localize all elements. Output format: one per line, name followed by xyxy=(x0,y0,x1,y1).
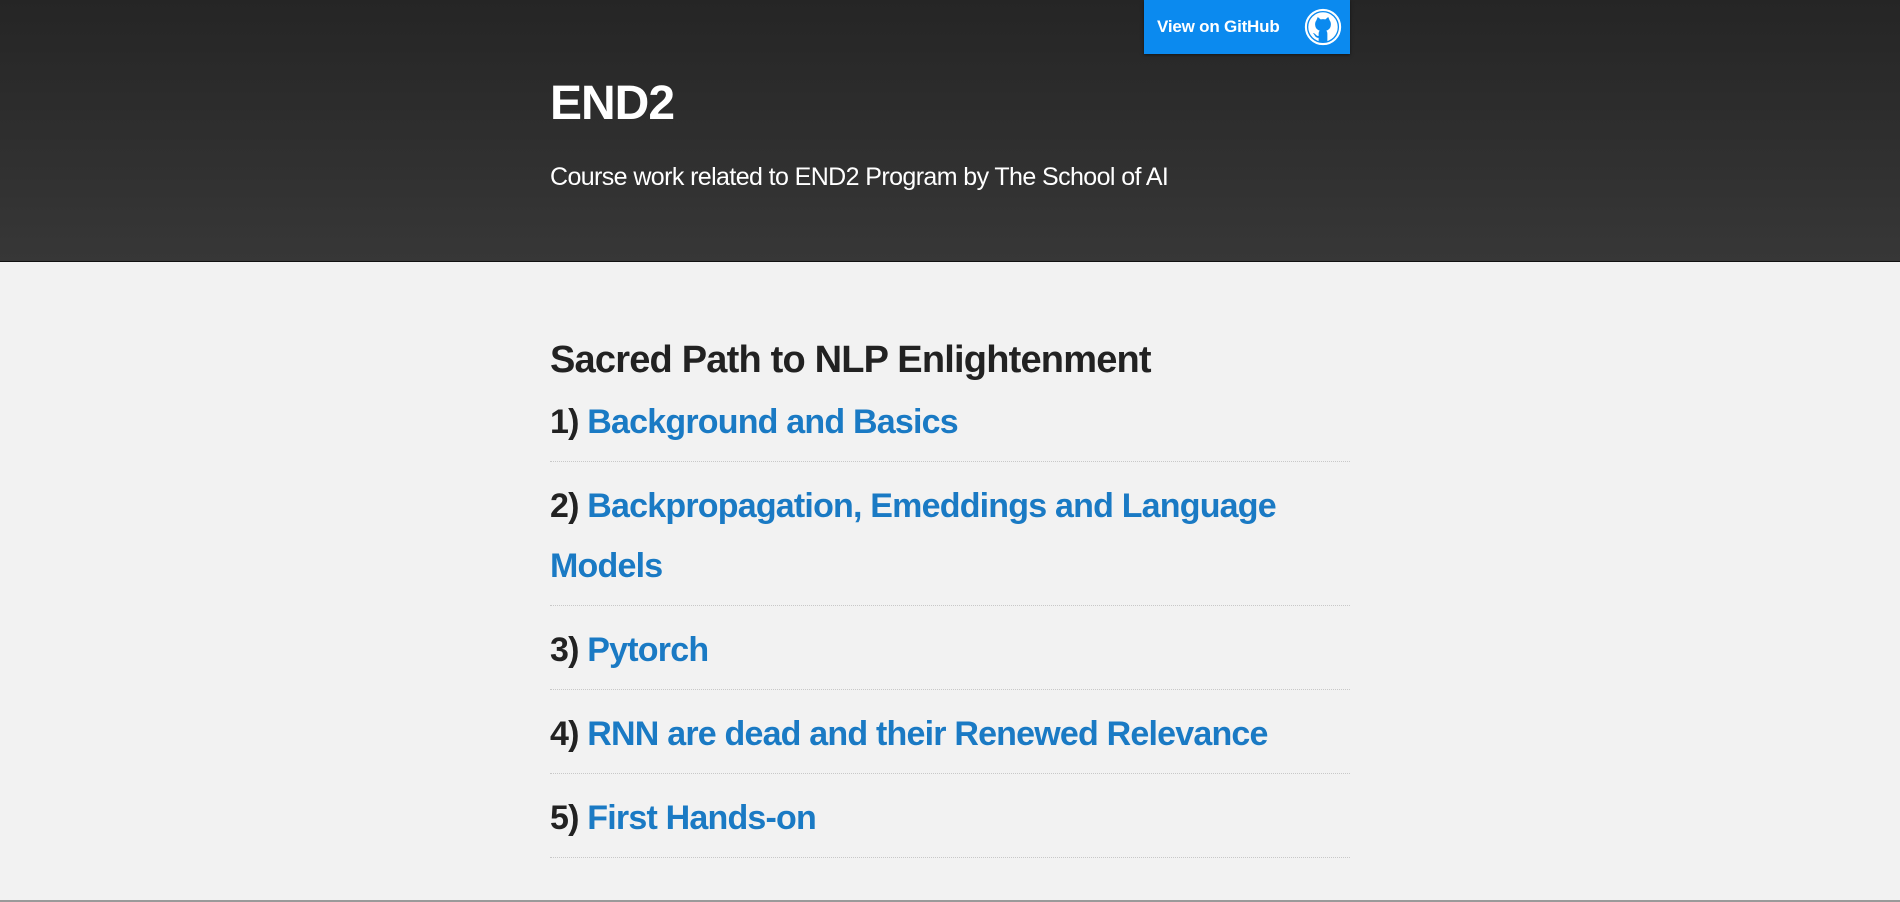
lesson-item: 4) RNN are dead and their Renewed Releva… xyxy=(550,690,1350,774)
lesson-item: 1) Background and Basics xyxy=(550,392,1350,462)
project-name: END2 xyxy=(550,77,675,130)
lesson-item: 5) First Hands-on xyxy=(550,774,1350,858)
project-tagline: Course work related to END2 Program by T… xyxy=(550,163,1169,191)
lesson-link[interactable]: Backpropagation, Emeddings and Language … xyxy=(550,487,1277,585)
lesson-number: 4) xyxy=(550,715,579,753)
view-on-github-button[interactable]: View on GitHub xyxy=(1144,0,1350,54)
lesson-link[interactable]: RNN are dead and their Renewed Relevance xyxy=(587,715,1268,753)
lesson-link[interactable]: Pytorch xyxy=(587,631,709,669)
header-inner: View on GitHub END2 Course work related … xyxy=(550,0,1350,261)
page-header: View on GitHub END2 Course work related … xyxy=(0,0,1900,262)
lesson-link[interactable]: Background and Basics xyxy=(587,403,958,441)
main-content: Sacred Path to NLP Enlightenment 1) Back… xyxy=(550,330,1350,858)
lesson-number: 5) xyxy=(550,799,579,837)
lesson-number: 2) xyxy=(550,487,579,525)
lesson-link[interactable]: First Hands-on xyxy=(587,799,817,837)
section-title: Sacred Path to NLP Enlightenment xyxy=(550,339,1152,381)
lesson-number: 3) xyxy=(550,631,579,669)
lesson-number: 1) xyxy=(550,403,579,441)
lesson-item: 3) Pytorch xyxy=(550,606,1350,690)
lesson-item: 2) Backpropagation, Emeddings and Langua… xyxy=(550,462,1350,606)
view-on-github-label: View on GitHub xyxy=(1157,17,1280,36)
github-octocat-icon xyxy=(1304,8,1342,46)
